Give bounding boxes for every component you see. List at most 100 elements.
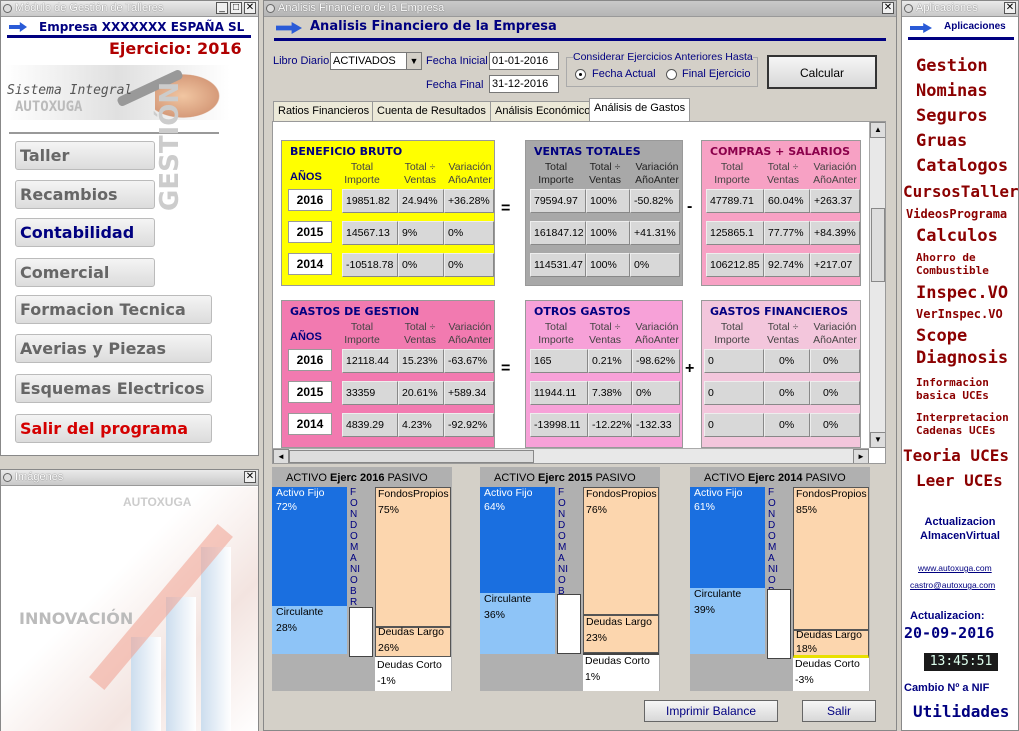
fecha-inicial-input[interactable]: 01-01-2016 [489, 52, 559, 70]
af-label: Activo Fijo [276, 487, 325, 499]
libro-select[interactable]: ACTIVADOS ▼ [330, 52, 422, 70]
web-link[interactable]: www.autoxuga.com [918, 563, 992, 573]
apps-close-button[interactable]: ✕ [1004, 2, 1016, 14]
salir-button[interactable]: Salir [802, 700, 876, 722]
actualizacion-almacen-link[interactable]: Actualizacion AlmacenVirtual [908, 515, 1012, 543]
apps-header: Aplicaciones [908, 19, 1014, 40]
app-nominas[interactable]: Nominas [916, 81, 988, 101]
left-window: Módulo de Gestión de Talleres _ □ ✕ Empr… [0, 0, 259, 456]
app-ver-inspec-vo[interactable]: VerInspec.VO [916, 307, 1003, 321]
cell-total: 4839.29 [342, 413, 398, 437]
fecha-final-input[interactable]: 31-12-2016 [489, 75, 559, 93]
fondo-maniobra-bar [349, 607, 373, 657]
year-2015: 2015 [288, 221, 332, 243]
panel-compras-salarios: COMPRAS + SALARIOS Total Importe Total ÷… [701, 140, 861, 286]
arrow-icon [910, 23, 932, 33]
app-scope[interactable]: Scope [916, 326, 967, 346]
cell-var: -132.33 [632, 413, 680, 437]
tab-cuenta-resultados[interactable]: Cuenta de Resultados [372, 101, 491, 121]
deudas-largo-block: Deudas Largo 23% [583, 615, 659, 653]
horizontal-scrollbar[interactable]: ◄ ► [273, 448, 869, 463]
tab-analisis-economico[interactable]: Análisis Económico [490, 101, 596, 121]
close-button[interactable]: ✕ [244, 2, 256, 14]
cell-total: 47789.71 [706, 189, 764, 213]
app-cursos-taller[interactable]: CursosTaller [903, 182, 1019, 201]
app-teoria-uces[interactable]: Teoria UCEs [903, 446, 1009, 465]
app-leer-uces[interactable]: Leer UCEs [916, 471, 1003, 490]
tab-analisis-gastos[interactable]: Análisis de Gastos [589, 98, 691, 122]
logo-line1: Sistema Integral [7, 83, 133, 98]
menu-averias-piezas[interactable]: Averias y Piezas [15, 334, 212, 363]
deudas-corto-block: Deudas Corto 1% [583, 653, 659, 691]
balance-2014: ACTIVO Ejerc 2014 PASIVO Activo Fijo 61% … [690, 467, 870, 691]
panel-title: GASTOS DE GESTION [290, 305, 420, 318]
cell-pct: 0% [764, 381, 810, 405]
dl-label: Deudas Largo [378, 626, 444, 638]
imprimir-balance-button[interactable]: Imprimir Balance [644, 700, 778, 722]
app-catalogos[interactable]: Catalogos [916, 156, 1008, 176]
dl-value: 26% [378, 642, 400, 654]
fp-label: FondosPropios [796, 488, 867, 500]
circ-label: Circulante [694, 588, 742, 600]
radio-fecha-actual[interactable] [575, 69, 586, 80]
scroll-right-icon[interactable]: ► [853, 449, 869, 463]
app-seguros[interactable]: Seguros [916, 106, 988, 126]
chevron-down-icon[interactable]: ▼ [406, 53, 421, 69]
maximize-button[interactable]: □ [230, 2, 242, 14]
logo: Sistema Integral AUTOXUGA [5, 61, 230, 127]
menu-esquemas-electricos[interactable]: Esquemas Electricos [15, 374, 212, 403]
app-icon [904, 4, 913, 13]
cell-pct: 7.38% [588, 381, 632, 405]
cell-pct: 60.04% [764, 189, 810, 213]
equals-sign: = [501, 360, 511, 377]
email-link[interactable]: castro@autoxuga.com [910, 580, 995, 590]
af-label: Activo Fijo [484, 487, 533, 499]
circulante-block: Circulante 39% [690, 588, 765, 654]
vertical-scrollbar[interactable]: ▲ ▼ [869, 122, 885, 448]
scroll-left-icon[interactable]: ◄ [273, 449, 289, 463]
circulante-block: Circulante 28% [272, 606, 347, 654]
minimize-button[interactable]: _ [216, 2, 228, 14]
h-scroll-thumb[interactable] [289, 450, 534, 463]
fecha-inicial-label: Fecha Inicial [426, 55, 488, 67]
scroll-down-icon[interactable]: ▼ [870, 432, 885, 448]
utilidades-link[interactable]: Utilidades [913, 702, 1009, 721]
app-informacion-uces[interactable]: Informacion basica UCEs [916, 376, 1016, 402]
app-gestion[interactable]: Gestion [916, 56, 988, 76]
app-ahorro-combustible[interactable]: Ahorro de Combustible [916, 251, 1016, 277]
af-label: Activo Fijo [694, 487, 743, 499]
app-gruas[interactable]: Gruas [916, 131, 967, 151]
af-value: 64% [484, 501, 506, 513]
cell-var: -92.92% [444, 413, 494, 437]
app-inspec-vo[interactable]: Inspec.VO [916, 283, 1008, 303]
balances-area: ACTIVO Ejerc 2016 PASIVO Activo Fijo 72% … [270, 467, 890, 693]
fondo-maniobra-bar [557, 594, 581, 654]
actualizacion-date: 20-09-2016 [904, 624, 995, 642]
calcular-button[interactable]: Calcular [767, 55, 877, 89]
menu-contabilidad[interactable]: Contabilidad [15, 218, 155, 247]
cell-var: +84.39% [810, 221, 860, 245]
tab-ratios[interactable]: Ratios Financieros [273, 101, 375, 121]
app-videos-programa[interactable]: VideosPrograma [906, 207, 1007, 221]
circ-value: 28% [276, 622, 298, 634]
col-pct: Total ÷ Ventas [766, 321, 800, 346]
cell-var: 0% [810, 413, 860, 437]
menu-taller[interactable]: Taller [15, 141, 155, 170]
deudas-largo-block: Deudas Largo 18% [793, 629, 869, 658]
menu-formacion-tecnica[interactable]: Formacion Tecnica [15, 295, 212, 324]
images-close-button[interactable]: ✕ [244, 471, 256, 483]
menu-salir-programa[interactable]: Salir del programa [15, 414, 212, 443]
col-total: Total Importe [344, 161, 380, 186]
menu-comercial[interactable]: Comercial [15, 258, 155, 287]
main-close-button[interactable]: ✕ [882, 2, 894, 14]
radio-final-ejercicio[interactable] [666, 69, 677, 80]
menu-recambios[interactable]: Recambios [15, 180, 155, 209]
app-diagnosis[interactable]: Diagnosis [916, 348, 1008, 368]
scroll-thumb[interactable] [871, 208, 885, 282]
libro-label: Libro Diario [273, 55, 330, 67]
app-calculos[interactable]: Calculos [916, 226, 998, 246]
app-interpretacion-uces[interactable]: Interpretacion Cadenas UCEs [916, 411, 1018, 437]
cambio-nif-link[interactable]: Cambio Nº a NIF [904, 682, 989, 694]
scroll-up-icon[interactable]: ▲ [870, 122, 885, 138]
col-var: Variación AñoAnter [448, 161, 492, 186]
